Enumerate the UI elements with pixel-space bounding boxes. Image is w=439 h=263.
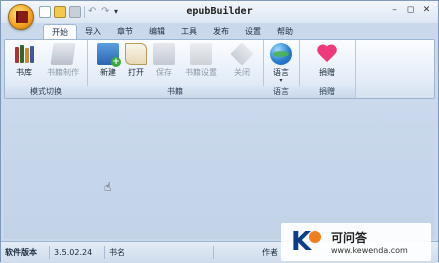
book-making-label: 书籍制作	[47, 68, 79, 77]
book-making-button[interactable]: 书籍制作	[43, 43, 83, 83]
save-book-button[interactable]: 保存	[149, 43, 179, 83]
new-book-label: 新建	[100, 68, 116, 77]
tab-help[interactable]: 帮助	[269, 24, 301, 39]
software-version-value: 3.5.02.24	[50, 246, 105, 259]
group-donate: 捐赠 捐赠	[299, 40, 356, 98]
donate-label: 捐赠	[319, 68, 335, 77]
group-label-books: 书籍	[87, 86, 263, 98]
language-button[interactable]: 语言 ▾	[266, 43, 296, 84]
restore-button[interactable]: ◻	[405, 5, 416, 16]
book-settings-label: 书籍设置	[185, 68, 217, 77]
open-book-button[interactable]: 打开	[121, 43, 151, 83]
hand-cursor-icon: ☝	[104, 180, 112, 194]
app-menu-button[interactable]	[8, 4, 34, 30]
close-button[interactable]: ✕	[421, 5, 432, 16]
globe-icon	[270, 43, 292, 65]
watermark-brand: 可问答	[331, 231, 368, 245]
group-label-mode-switch: 模式切换	[5, 86, 87, 98]
tab-start[interactable]: 开始	[43, 24, 77, 40]
window-title: epubBuilder	[186, 6, 253, 17]
tab-publish[interactable]: 发布	[205, 24, 237, 39]
author-label: 作者	[262, 248, 278, 257]
library-button[interactable]: 书库	[9, 43, 39, 83]
main-content-area[interactable]: ☝	[4, 100, 435, 239]
watermark-url: www.kewenda.com	[331, 246, 408, 255]
watermark-logo: K	[287, 225, 327, 259]
tab-chapters[interactable]: 章节	[109, 24, 141, 39]
app-window: ↶ ↷ ▾ epubBuilder – ◻ ✕ 开始 导入 章节 编辑 工具 发…	[0, 0, 439, 263]
group-language: 语言 ▾ 语言	[263, 40, 300, 98]
new-book-button[interactable]: 新建	[93, 43, 123, 83]
save-book-label: 保存	[156, 68, 172, 77]
close-book-label: 关闭	[234, 68, 250, 77]
library-icon	[13, 43, 35, 65]
watermark: K 可问答 www.kewenda.com	[281, 223, 431, 261]
tab-import[interactable]: 导入	[77, 24, 109, 39]
open-book-icon	[125, 43, 147, 65]
close-book-icon	[230, 42, 254, 66]
ribbon-tabs: 开始 导入 章节 编辑 工具 发布 设置 帮助	[43, 24, 301, 40]
chevron-down-icon: ▾	[279, 77, 283, 84]
group-label-language: 语言	[263, 86, 299, 98]
ribbon: 书库 书籍制作 模式切换 新建 打开 保存 书	[4, 39, 435, 99]
tab-tools[interactable]: 工具	[173, 24, 205, 39]
group-mode-switch: 书库 书籍制作 模式切换	[5, 40, 88, 98]
group-books: 新建 打开 保存 书籍设置 关闭 书籍	[87, 40, 264, 98]
app-book-icon	[16, 11, 28, 23]
book-making-icon	[50, 43, 76, 65]
heart-icon	[316, 43, 338, 65]
book-settings-icon	[190, 43, 212, 65]
software-version-label: 软件版本	[1, 246, 50, 259]
book-settings-button[interactable]: 书籍设置	[181, 43, 221, 83]
watermark-text: 可问答 www.kewenda.com	[331, 229, 408, 255]
title-bar: ↶ ↷ ▾ epubBuilder – ◻ ✕	[1, 1, 438, 30]
group-label-donate: 捐赠	[299, 86, 355, 98]
minimize-button[interactable]: –	[389, 5, 400, 16]
tab-settings[interactable]: 设置	[237, 24, 269, 39]
donate-button[interactable]: 捐赠	[312, 43, 342, 83]
open-book-label: 打开	[128, 68, 144, 77]
new-book-icon	[97, 43, 121, 67]
close-book-button[interactable]: 关闭	[227, 42, 257, 83]
window-controls: – ◻ ✕	[389, 5, 432, 16]
tab-edit[interactable]: 编辑	[141, 24, 173, 39]
save-book-icon	[153, 43, 175, 65]
book-name-label: 书名	[105, 246, 214, 259]
library-label: 书库	[16, 68, 32, 77]
